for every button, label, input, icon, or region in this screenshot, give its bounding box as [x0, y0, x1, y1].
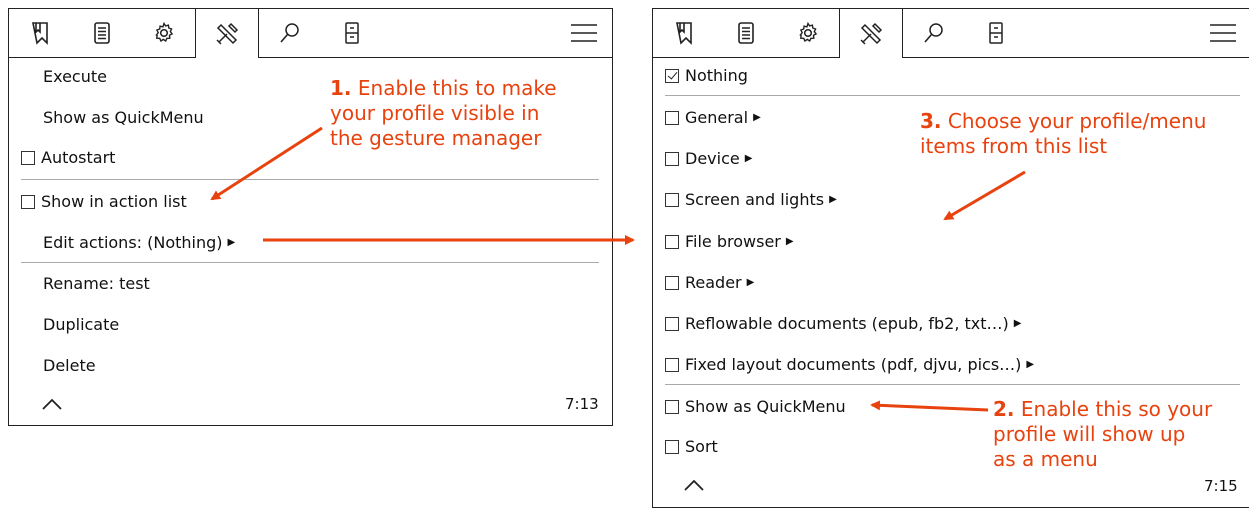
left-settings-panel: Execute Show as QuickMenu Autostart Show… — [8, 8, 613, 426]
checkbox-icon — [665, 111, 679, 125]
menu-button[interactable] — [559, 9, 609, 57]
document-list-icon — [94, 22, 110, 44]
annotation-note-3: 3. Choose your profile/menu items from t… — [920, 109, 1207, 158]
tools-icon — [860, 22, 883, 45]
divider — [21, 179, 599, 180]
hamburger-menu-icon — [571, 24, 597, 42]
tab-tools[interactable] — [839, 9, 903, 58]
hamburger-menu-icon — [1210, 24, 1236, 42]
filing-cabinet-icon — [989, 22, 1003, 44]
menu-button[interactable] — [1198, 9, 1248, 57]
checkbox-icon — [665, 400, 679, 414]
tab-search[interactable] — [259, 9, 321, 57]
checkbox-icon — [665, 440, 679, 454]
execute-item[interactable]: Execute — [43, 67, 107, 87]
tab-filemanager[interactable] — [965, 9, 1027, 57]
checkbox-icon — [665, 276, 679, 290]
clock: 7:13 — [565, 395, 599, 413]
divider — [665, 95, 1240, 96]
annotation-note-1: 1. Enable this to make your profile visi… — [330, 76, 557, 150]
tab-toc[interactable] — [715, 9, 777, 57]
checkbox-icon — [665, 358, 679, 372]
nothing-checkbox[interactable]: Nothing — [665, 66, 748, 86]
tab-toc[interactable] — [71, 9, 133, 57]
clock: 7:15 — [1204, 477, 1238, 495]
autostart-checkbox[interactable]: Autostart — [21, 148, 115, 168]
submenu-arrow-icon: ▶ — [744, 153, 753, 164]
submenu-arrow-icon: ▶ — [753, 112, 761, 123]
search-icon — [280, 23, 299, 43]
tab-filemanager[interactable] — [321, 9, 383, 57]
duplicate-item[interactable]: Duplicate — [43, 315, 119, 335]
tools-icon — [216, 22, 239, 45]
tab-settings[interactable] — [133, 9, 195, 57]
checkbox-icon — [665, 152, 679, 166]
divider — [21, 262, 599, 263]
tab-bookmark[interactable] — [653, 9, 715, 57]
filing-cabinet-icon — [345, 22, 359, 44]
general-checkbox[interactable]: General ▶ — [665, 108, 761, 128]
reflowable-checkbox[interactable]: Reflowable documents (epub, fb2, txt…) ▶ — [665, 314, 1022, 334]
file-browser-checkbox[interactable]: File browser ▶ — [665, 232, 794, 252]
delete-item[interactable]: Delete — [43, 356, 96, 376]
show-quickmenu-checkbox[interactable]: Show as QuickMenu — [665, 397, 846, 417]
screen-lights-checkbox[interactable]: Screen and lights ▶ — [665, 190, 837, 210]
checkbox-icon — [665, 235, 679, 249]
tab-bar — [9, 9, 612, 58]
submenu-arrow-icon: ▶ — [746, 277, 755, 288]
chevron-up-icon[interactable] — [41, 397, 63, 411]
checkbox-icon — [665, 193, 679, 207]
checkbox-icon — [21, 151, 35, 165]
sort-checkbox[interactable]: Sort — [665, 437, 718, 457]
gear-icon — [799, 21, 818, 43]
device-checkbox[interactable]: Device ▶ — [665, 149, 752, 169]
checkmark-icon — [665, 69, 679, 83]
chevron-up-icon[interactable] — [683, 478, 705, 492]
tab-bar — [653, 9, 1249, 58]
show-quickmenu-item[interactable]: Show as QuickMenu — [43, 108, 204, 128]
submenu-arrow-icon: ▶ — [785, 236, 794, 247]
gear-icon — [155, 21, 174, 43]
reader-checkbox[interactable]: Reader ▶ — [665, 273, 754, 293]
edit-actions-item[interactable]: Edit actions: (Nothing) ▶ — [43, 233, 235, 253]
bookmark-icon — [32, 22, 48, 45]
fixed-layout-checkbox[interactable]: Fixed layout documents (pdf, djvu, pics…… — [665, 355, 1034, 375]
checkbox-icon — [665, 317, 679, 331]
submenu-arrow-icon: ▶ — [1013, 318, 1022, 329]
tab-bookmark[interactable] — [9, 9, 71, 57]
show-in-action-list-checkbox[interactable]: Show in action list — [21, 192, 187, 212]
rename-item[interactable]: Rename: test — [43, 274, 150, 294]
tab-settings[interactable] — [777, 9, 839, 57]
document-list-icon — [738, 22, 754, 44]
submenu-arrow-icon: ▶ — [1026, 359, 1035, 370]
annotation-note-2: 2. Enable this so your profile will show… — [993, 397, 1213, 471]
submenu-arrow-icon: ▶ — [829, 194, 837, 205]
submenu-arrow-icon: ▶ — [227, 237, 236, 248]
tab-tools[interactable] — [195, 9, 259, 58]
bookmark-icon — [676, 22, 692, 45]
search-icon — [924, 23, 943, 43]
tab-search[interactable] — [903, 9, 965, 57]
checkbox-icon — [21, 195, 35, 209]
divider — [665, 384, 1240, 385]
